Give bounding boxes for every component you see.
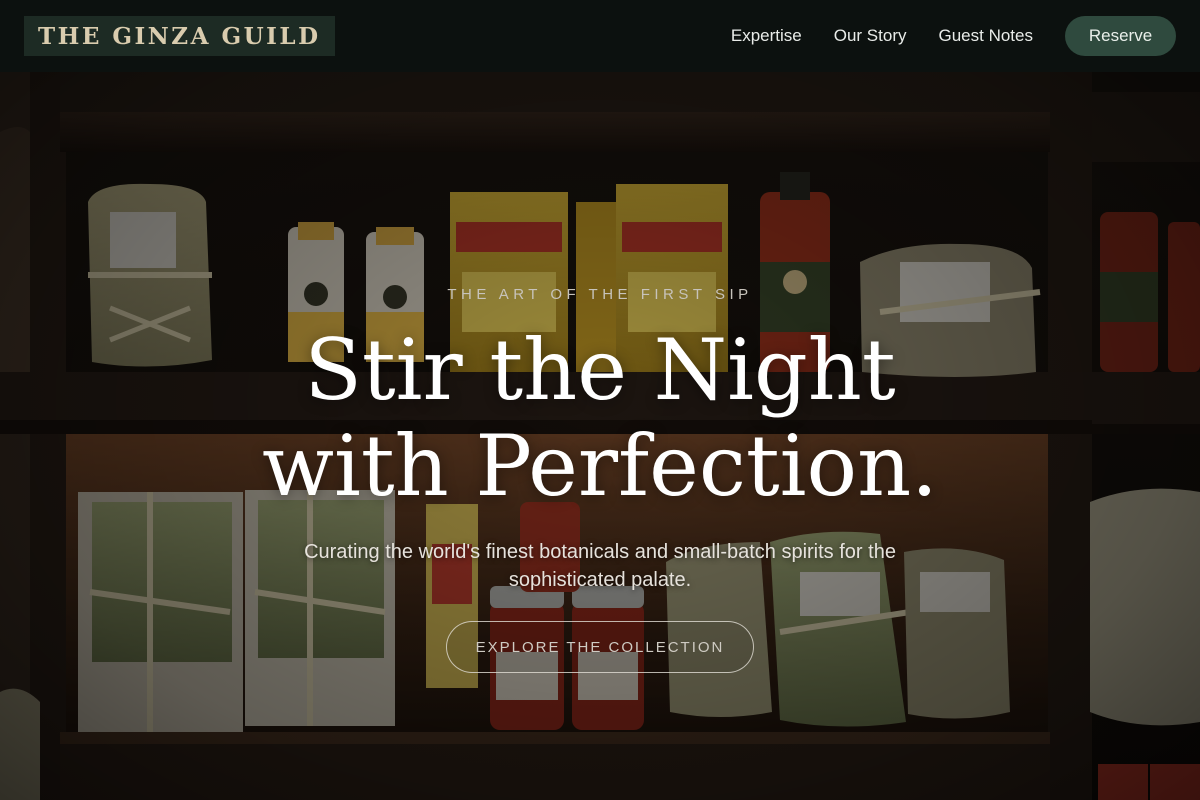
hero-headline-line-1: Stir the Night xyxy=(304,321,896,419)
nav-link-our-story[interactable]: Our Story xyxy=(834,26,907,46)
hero-subtitle: Curating the world's finest botanicals a… xyxy=(304,541,896,591)
nav-link-expertise[interactable]: Expertise xyxy=(731,26,802,46)
hero-headline: Stir the Night with Perfection. xyxy=(0,322,1200,514)
brand-logo[interactable]: THE GINZA GUILD xyxy=(24,16,335,56)
reserve-button[interactable]: Reserve xyxy=(1065,16,1176,56)
hero-content: THE ART OF THE FIRST SIP Stir the Night … xyxy=(0,72,1200,800)
hero-eyebrow: THE ART OF THE FIRST SIP xyxy=(447,286,753,303)
nav-menu: Expertise Our Story Guest Notes Reserve xyxy=(731,16,1176,56)
nav-link-guest-notes[interactable]: Guest Notes xyxy=(939,26,1034,46)
explore-collection-button[interactable]: EXPLORE THE COLLECTION xyxy=(446,621,754,673)
hero-headline-line-2: with Perfection. xyxy=(262,417,938,515)
top-nav: THE GINZA GUILD Expertise Our Story Gues… xyxy=(0,0,1200,72)
